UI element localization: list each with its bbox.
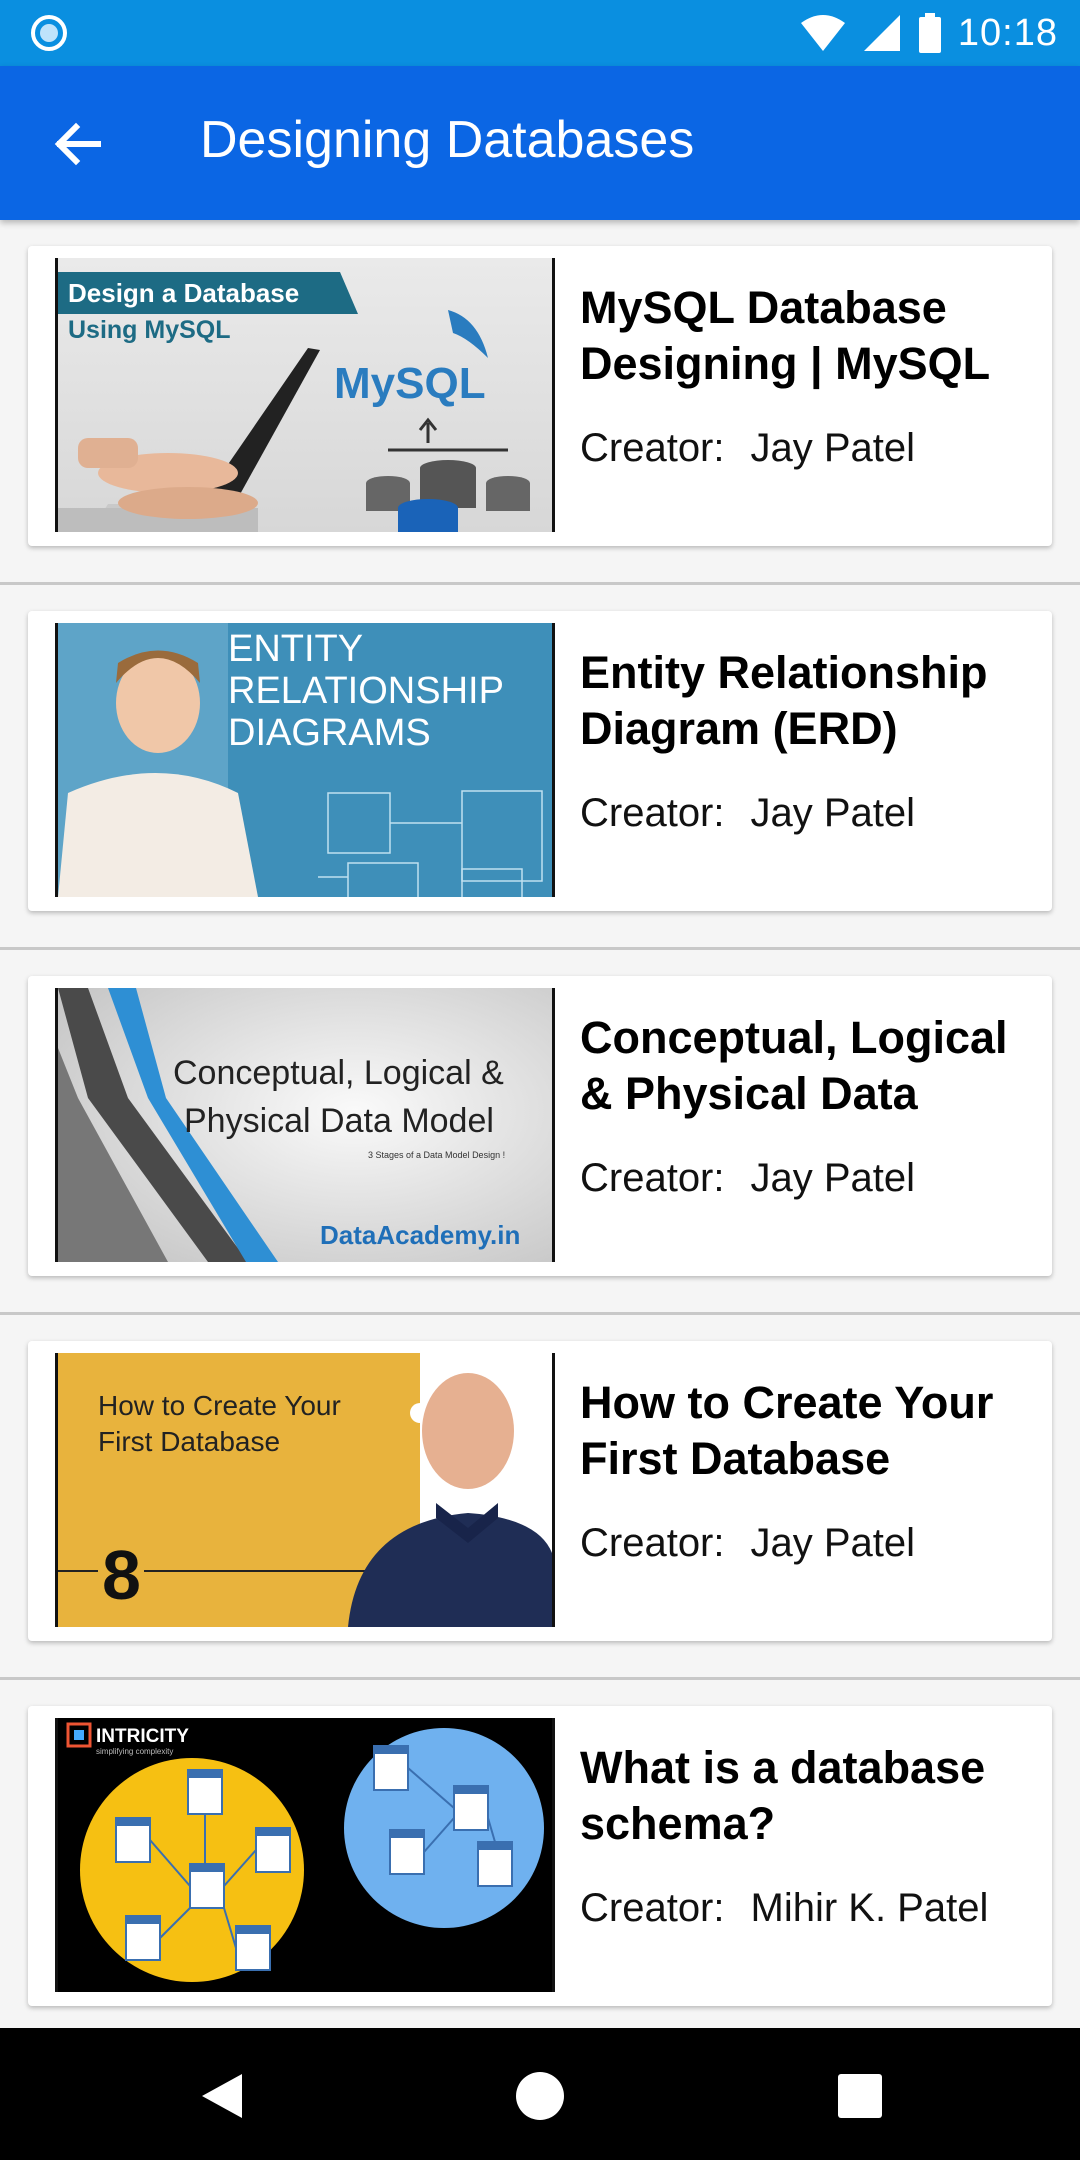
thumb-tagline: simplifying complexity <box>96 1747 173 1756</box>
thumb-line-1: ENTITY <box>228 628 363 670</box>
course-title: What is a database schema? <box>580 1742 986 1849</box>
system-navigation-bar <box>0 2028 1080 2160</box>
clock: 10:18 <box>957 11 1058 54</box>
nav-back-icon[interactable] <box>196 2068 252 2124</box>
course-creator: Creator: Jay Patel <box>580 1521 915 1566</box>
app-bar: Designing Databases <box>0 66 1080 220</box>
thumb-line-1: How to Create Your <box>98 1390 341 1421</box>
course-title: How to Create Your First Database <box>580 1377 994 1484</box>
back-arrow-icon[interactable] <box>48 114 108 174</box>
course-card[interactable]: Conceptual, Logical & Physical Data Mode… <box>28 976 1052 1276</box>
course-creator: Creator: Mihir K. Patel <box>580 1886 988 1931</box>
course-creator: Creator: Jay Patel <box>580 791 915 836</box>
creator-name: Jay Patel <box>750 1521 916 1565</box>
course-creator: Creator: Jay Patel <box>580 1156 915 1201</box>
nav-recents-icon[interactable] <box>832 2068 888 2124</box>
notification-circle-icon <box>31 15 67 51</box>
course-title: Conceptual, Logical & Physical Data <box>580 1012 1008 1119</box>
list-item: How to Create Your First Database 8 How … <box>0 1315 1080 1680</box>
creator-name: Jay Patel <box>750 1156 916 1200</box>
course-card[interactable]: INTRICITY simplifying complexity What is… <box>28 1706 1052 2006</box>
list-item: Conceptual, Logical & Physical Data Mode… <box>0 950 1080 1315</box>
course-card[interactable]: How to Create Your First Database 8 How … <box>28 1341 1052 1641</box>
thumb-line-1: Conceptual, Logical & <box>173 1054 504 1092</box>
thumb-line-2: RELATIONSHIP <box>228 670 504 712</box>
course-card[interactable]: ENTITY RELATIONSHIP DIAGRAMS Entity Rela… <box>28 611 1052 911</box>
course-thumbnail[interactable]: ENTITY RELATIONSHIP DIAGRAMS <box>55 623 555 897</box>
course-title: MySQL Database Designing | MySQL <box>580 282 991 389</box>
thumb-brand: INTRICITY <box>96 1726 189 1747</box>
creator-name: Jay Patel <box>750 791 916 835</box>
course-title: Entity Relationship Diagram (ERD) <box>580 647 988 754</box>
thumb-line-2: Physical Data Model <box>184 1102 494 1140</box>
course-card[interactable]: Design a Database Using MySQL MySQL MySQ… <box>28 246 1052 546</box>
nav-home-icon[interactable] <box>512 2068 568 2124</box>
creator-name: Mihir K. Patel <box>750 1886 989 1930</box>
battery-icon <box>918 13 941 53</box>
creator-label: Creator: <box>580 426 725 470</box>
thumb-line-1: Design a Database <box>68 278 299 308</box>
creator-label: Creator: <box>580 1886 725 1930</box>
creator-label: Creator: <box>580 1156 725 1200</box>
thumb-line-3: 3 Stages of a Data Model Design ! <box>368 1150 505 1160</box>
thumb-line-2: Using MySQL <box>68 316 231 344</box>
course-list: Design a Database Using MySQL MySQL MySQ… <box>0 220 1080 2045</box>
list-item: Design a Database Using MySQL MySQL MySQ… <box>0 220 1080 585</box>
course-thumbnail[interactable]: How to Create Your First Database 8 <box>55 1353 555 1627</box>
course-thumbnail[interactable]: Conceptual, Logical & Physical Data Mode… <box>55 988 555 1262</box>
course-creator: Creator: Jay Patel <box>580 426 915 471</box>
creator-label: Creator: <box>580 1521 725 1565</box>
course-thumbnail[interactable]: INTRICITY simplifying complexity <box>55 1718 555 1992</box>
creator-name: Jay Patel <box>750 426 916 470</box>
page-title: Designing Databases <box>200 111 695 169</box>
list-item: ENTITY RELATIONSHIP DIAGRAMS Entity Rela… <box>0 585 1080 950</box>
thumb-line-3: DIAGRAMS <box>228 712 431 754</box>
status-bar: 10:18 <box>0 0 1080 66</box>
creator-label: Creator: <box>580 791 725 835</box>
thumb-line-2: First Database <box>98 1426 280 1457</box>
list-item: INTRICITY simplifying complexity What is… <box>0 1680 1080 2045</box>
course-thumbnail[interactable]: Design a Database Using MySQL MySQL <box>55 258 555 532</box>
wifi-icon <box>800 15 845 51</box>
thumb-brand: DataAcademy.in <box>320 1220 520 1250</box>
thumb-number: 8 <box>102 1536 141 1614</box>
cellular-signal-icon <box>863 15 900 51</box>
thumb-brand: MySQL <box>334 359 486 408</box>
